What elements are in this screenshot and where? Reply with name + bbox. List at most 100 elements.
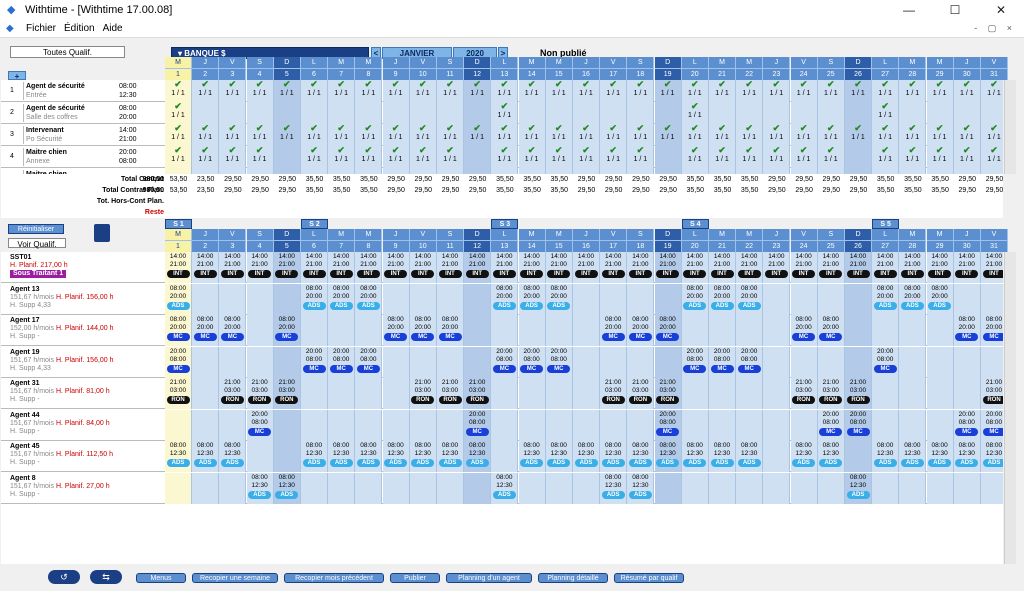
shift-code-badge[interactable]: ADS — [302, 459, 326, 467]
qualif-cell[interactable]: ✔ 1 / 1 — [246, 146, 274, 168]
shift-code-badge[interactable]: ADS — [411, 459, 435, 467]
shift-code-badge[interactable]: INT — [628, 270, 652, 278]
day-header-21[interactable]: M 21 — [709, 57, 736, 80]
qualif-cell[interactable]: ✔ 1 / 1 — [573, 146, 600, 168]
agent-day-cell[interactable] — [328, 378, 356, 409]
shift-code-badge[interactable]: MC — [166, 333, 190, 341]
agent-day-cell[interactable]: 08:00 20:00 ADS — [872, 283, 900, 315]
shift-code-badge[interactable]: MC — [356, 364, 380, 373]
qualif-cell[interactable] — [627, 102, 655, 124]
agent-day-cell[interactable] — [926, 472, 954, 504]
shift-code-badge[interactable]: ADS — [900, 301, 924, 310]
agent-day-cell[interactable] — [219, 346, 247, 378]
shift-code-badge[interactable]: MC — [656, 427, 680, 436]
shift-code-badge[interactable]: RON — [166, 396, 190, 404]
day-header-19[interactable]: D 19 — [654, 57, 682, 80]
day-header-25[interactable]: S 25 — [817, 57, 845, 80]
qualif-cell[interactable] — [246, 102, 274, 124]
shift-code-badge[interactable]: INT — [547, 270, 571, 278]
qualif-cell[interactable]: ✔ 1 / 1 — [545, 146, 573, 168]
qualif-cell[interactable]: ✔ 1 / 1 — [219, 80, 247, 102]
agent-day-cell[interactable] — [301, 378, 328, 409]
agent-day-cell[interactable] — [192, 409, 220, 441]
agent-day-cell[interactable]: 20:00 08:00 MC — [681, 346, 709, 378]
qualif-cell[interactable]: ✔ 1 / 1 — [817, 124, 845, 146]
day-header-9[interactable]: J9 — [382, 57, 410, 80]
agent-day-cell[interactable]: 08:00 20:00 ADS — [355, 283, 383, 315]
qualif-filter-button[interactable]: Toutes Qualif. — [10, 46, 125, 58]
shift-code-badge[interactable]: ADS — [302, 301, 326, 310]
agent-day-cell[interactable]: 20:00 08:00 MC — [953, 409, 981, 441]
agent-day-cell[interactable] — [301, 472, 328, 504]
agent-day-cell[interactable]: 20:00 08:00 MC — [518, 346, 546, 378]
qualif-cell[interactable]: ✔ 1 / 1 — [219, 124, 247, 146]
shift-code-badge[interactable]: RON — [220, 396, 244, 404]
qualification-row[interactable]: 1 Agent de sécurité Entrée 08:00 12:30 ✔ 1 / 1… — [1, 80, 1003, 102]
agent-day-cell[interactable] — [192, 472, 220, 504]
qualif-cell[interactable]: ✔ 1 / 1 — [817, 80, 845, 102]
agent-day-cell[interactable] — [627, 409, 655, 441]
shift-code-badge[interactable]: INT — [710, 270, 734, 278]
shift-code-badge[interactable]: INT — [737, 270, 761, 278]
shift-code-badge[interactable]: MC — [656, 333, 680, 341]
agent-day-cell[interactable] — [246, 315, 274, 346]
agent-day-cell[interactable] — [736, 315, 764, 346]
qualif-cell[interactable] — [545, 102, 573, 124]
agent-day-cell[interactable] — [709, 472, 736, 504]
shift-code-badge[interactable]: RON — [792, 396, 816, 404]
copy-week-button[interactable]: Recopier une semaine — [192, 573, 278, 583]
agent-day-cell[interactable] — [328, 315, 356, 346]
qualif-cell[interactable] — [464, 146, 492, 168]
shift-code-badge[interactable]: INT — [955, 270, 979, 278]
qualif-cell[interactable]: ✔ 1 / 1 — [763, 146, 791, 168]
agent-day-cell[interactable]: 14:00 21:00 INT — [709, 252, 736, 283]
qualif-cell[interactable] — [845, 146, 872, 168]
shift-code-badge[interactable]: MC — [955, 427, 979, 436]
agent-day-cell[interactable] — [872, 315, 900, 346]
agent-day-cell[interactable] — [273, 409, 301, 441]
day-header-5[interactable]: D5 — [273, 229, 301, 252]
agent-day-cell[interactable]: 14:00 21:00 INT — [899, 252, 927, 283]
agent-day-cell[interactable]: 08:00 12:30 ADS — [464, 441, 492, 472]
agent-day-cell[interactable] — [899, 409, 927, 441]
agent-day-cell[interactable] — [219, 472, 247, 504]
agent-day-cell[interactable]: 14:00 21:00 INT — [790, 252, 818, 283]
shift-code-badge[interactable]: RON — [656, 396, 680, 404]
day-header-30[interactable]: J 30 — [953, 57, 981, 80]
reset-button[interactable]: Réinitialiser — [8, 224, 64, 234]
agent-day-cell[interactable]: 08:00 20:00 MC — [165, 315, 192, 346]
agent-day-cell[interactable] — [763, 409, 791, 441]
qualif-cell[interactable]: ✔ 1 / 1 — [301, 80, 328, 102]
agent-day-cell[interactable] — [192, 283, 220, 315]
qualif-cell[interactable] — [192, 102, 220, 124]
shift-code-badge[interactable]: ADS — [656, 459, 680, 467]
shift-code-badge[interactable]: MC — [547, 364, 571, 373]
qualif-cell[interactable]: ✔ 1 / 1 — [953, 80, 981, 102]
shift-code-badge[interactable]: ADS — [166, 301, 190, 310]
qualif-cell[interactable] — [817, 102, 845, 124]
agent-day-cell[interactable]: 08:00 20:00 ADS — [518, 283, 546, 315]
shift-code-badge[interactable]: RON — [248, 396, 272, 404]
agent-day-cell[interactable]: 21:00 03:00 RON — [790, 378, 818, 409]
agent-day-cell[interactable] — [600, 346, 628, 378]
agent-day-cell[interactable] — [790, 409, 818, 441]
agent-day-cell[interactable] — [573, 346, 600, 378]
day-header-17[interactable]: V 17 — [600, 229, 628, 252]
shift-code-badge[interactable]: INT — [601, 270, 625, 278]
agent-day-cell[interactable]: 08:00 20:00 ADS — [165, 283, 192, 315]
agent-day-cell[interactable]: 20:00 08:00 MC — [246, 409, 274, 441]
agent-day-cell[interactable] — [681, 409, 709, 441]
agent-day-cell[interactable] — [654, 283, 682, 315]
qualif-cell[interactable]: ✔ 1 / 1 — [899, 124, 927, 146]
agent-day-cell[interactable]: 08:00 12:30 ADS — [600, 472, 628, 504]
agent-day-cell[interactable]: 14:00 21:00 INT — [627, 252, 655, 283]
qualif-cell[interactable]: ✔ 1 / 1 — [926, 124, 954, 146]
agent-day-cell[interactable]: 08:00 20:00 MC — [192, 315, 220, 346]
day-header-24[interactable]: V 24 — [790, 229, 818, 252]
agent-day-cell[interactable] — [409, 472, 437, 504]
agent-day-cell[interactable]: 08:00 20:00 MC — [981, 315, 1003, 346]
agent-day-cell[interactable] — [573, 472, 600, 504]
qualif-cell[interactable]: ✔ 1 / 1 — [355, 80, 383, 102]
shift-code-badge[interactable]: INT — [900, 270, 924, 278]
agent-day-cell[interactable] — [165, 472, 192, 504]
